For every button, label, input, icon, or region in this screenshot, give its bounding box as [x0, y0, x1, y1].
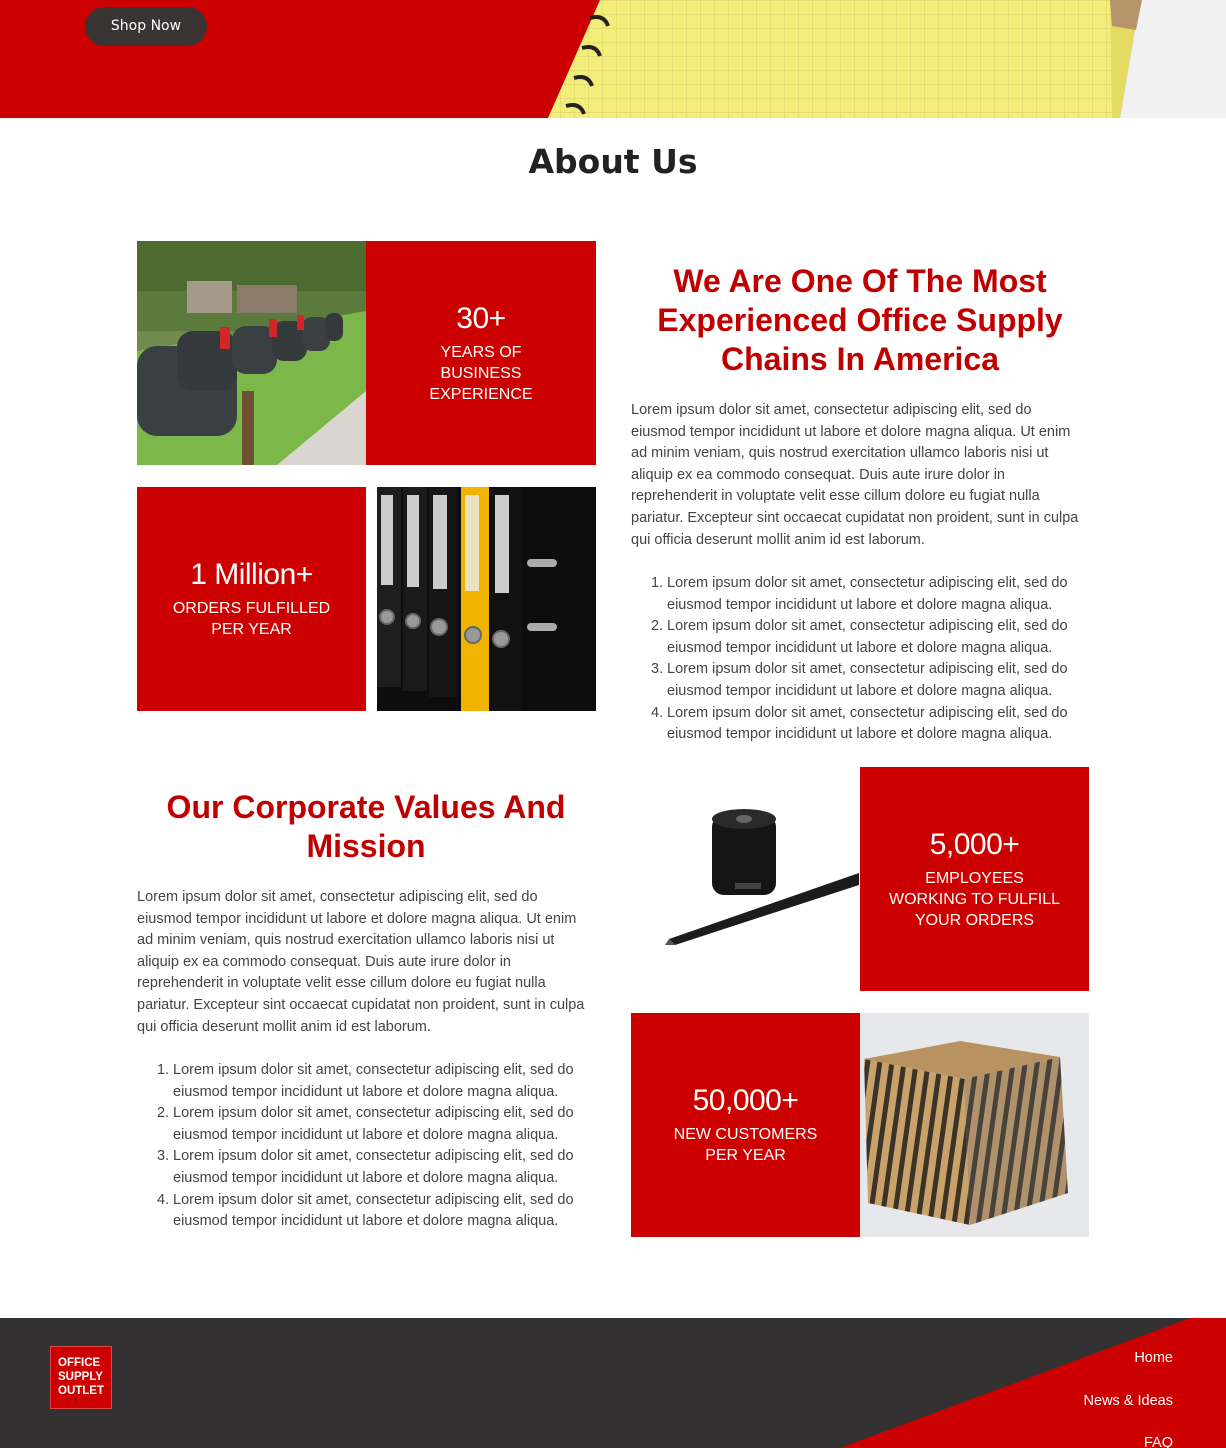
stat-tile-customers: 50,000+ NEW CUSTOMERS PER YEAR — [631, 1013, 860, 1237]
footer-link-home[interactable]: Home — [1134, 1350, 1173, 1366]
stat-tile-employees: 5,000+ EMPLOYEES WORKING TO FULFILL YOUR… — [860, 767, 1089, 991]
mailbox-image — [137, 241, 366, 465]
values-list: 1. Lorem ipsum dolor sit amet, consectetu… — [137, 1060, 605, 1233]
box-image — [860, 1013, 1089, 1237]
list-item: 3. Lorem ipsum dolor sit amet, consectetu… — [157, 1148, 574, 1186]
list-item: 4. Lorem ipsum dolor sit amet, consectetu… — [651, 704, 1068, 743]
stat-value: 1 Million+ — [190, 558, 313, 591]
stat-label: ORDERS FULFILLED PER YEAR — [172, 600, 331, 638]
experience-heading: We Are One Of The Most Experienced Offic… — [657, 263, 1063, 377]
stat-value: 5,000+ — [929, 827, 1020, 861]
list-item: 2. Lorem ipsum dolor sit amet, consectetu… — [157, 1105, 574, 1143]
site-footer: OFFICE SUPPLY OUTLET Home News & Ideas F… — [0, 1318, 1226, 1448]
list-item: 1. Lorem ipsum dolor sit amet, consectetu… — [651, 575, 1068, 613]
stat-label: EMPLOYEES WORKING TO FULFILL YOUR ORDERS — [889, 869, 1060, 929]
binders-image — [377, 487, 596, 711]
site-logo[interactable]: OFFICE SUPPLY OUTLET — [50, 1346, 112, 1409]
experience-list: 1. Lorem ipsum dolor sit amet, consectetu… — [631, 573, 1099, 746]
logo-line: SUPPLY — [58, 1371, 103, 1383]
values-paragraph: Lorem ipsum dolor sit amet, consectetur … — [137, 889, 585, 1035]
stat-value: 30+ — [456, 301, 506, 335]
values-heading: Our Corporate Values And Mission — [166, 789, 566, 864]
pen-image — [631, 767, 860, 991]
page-title: About Us — [528, 142, 698, 181]
footer-accent — [840, 1318, 1226, 1448]
hero-banner: Shop Now — [0, 0, 1226, 118]
logo-line: OUTLET — [58, 1385, 104, 1397]
stat-tile-years: 30+ YEARS OF BUSINESS EXPERIENCE — [366, 241, 596, 465]
list-item: 2. Lorem ipsum dolor sit amet, consectetu… — [651, 618, 1068, 656]
experience-paragraph: Lorem ipsum dolor sit amet, consectetur … — [631, 402, 1079, 548]
stat-label: NEW CUSTOMERS PER YEAR — [673, 1126, 818, 1164]
footer-link-news[interactable]: News & Ideas — [1084, 1393, 1173, 1409]
stat-value: 50,000+ — [692, 1084, 799, 1117]
list-item: 3. Lorem ipsum dolor sit amet, consectetu… — [651, 661, 1068, 699]
list-item: 4. Lorem ipsum dolor sit amet, consectetu… — [157, 1191, 574, 1230]
stat-tile-orders: 1 Million+ ORDERS FULFILLED PER YEAR — [137, 487, 366, 711]
list-item: 1. Lorem ipsum dolor sit amet, consectetu… — [157, 1062, 574, 1100]
stat-label: YEARS OF BUSINESS EXPERIENCE — [429, 343, 533, 403]
logo-line: OFFICE — [58, 1357, 101, 1369]
footer-link-faq[interactable]: FAQ — [1144, 1435, 1173, 1448]
shop-now-button[interactable]: Shop Now — [85, 7, 207, 46]
